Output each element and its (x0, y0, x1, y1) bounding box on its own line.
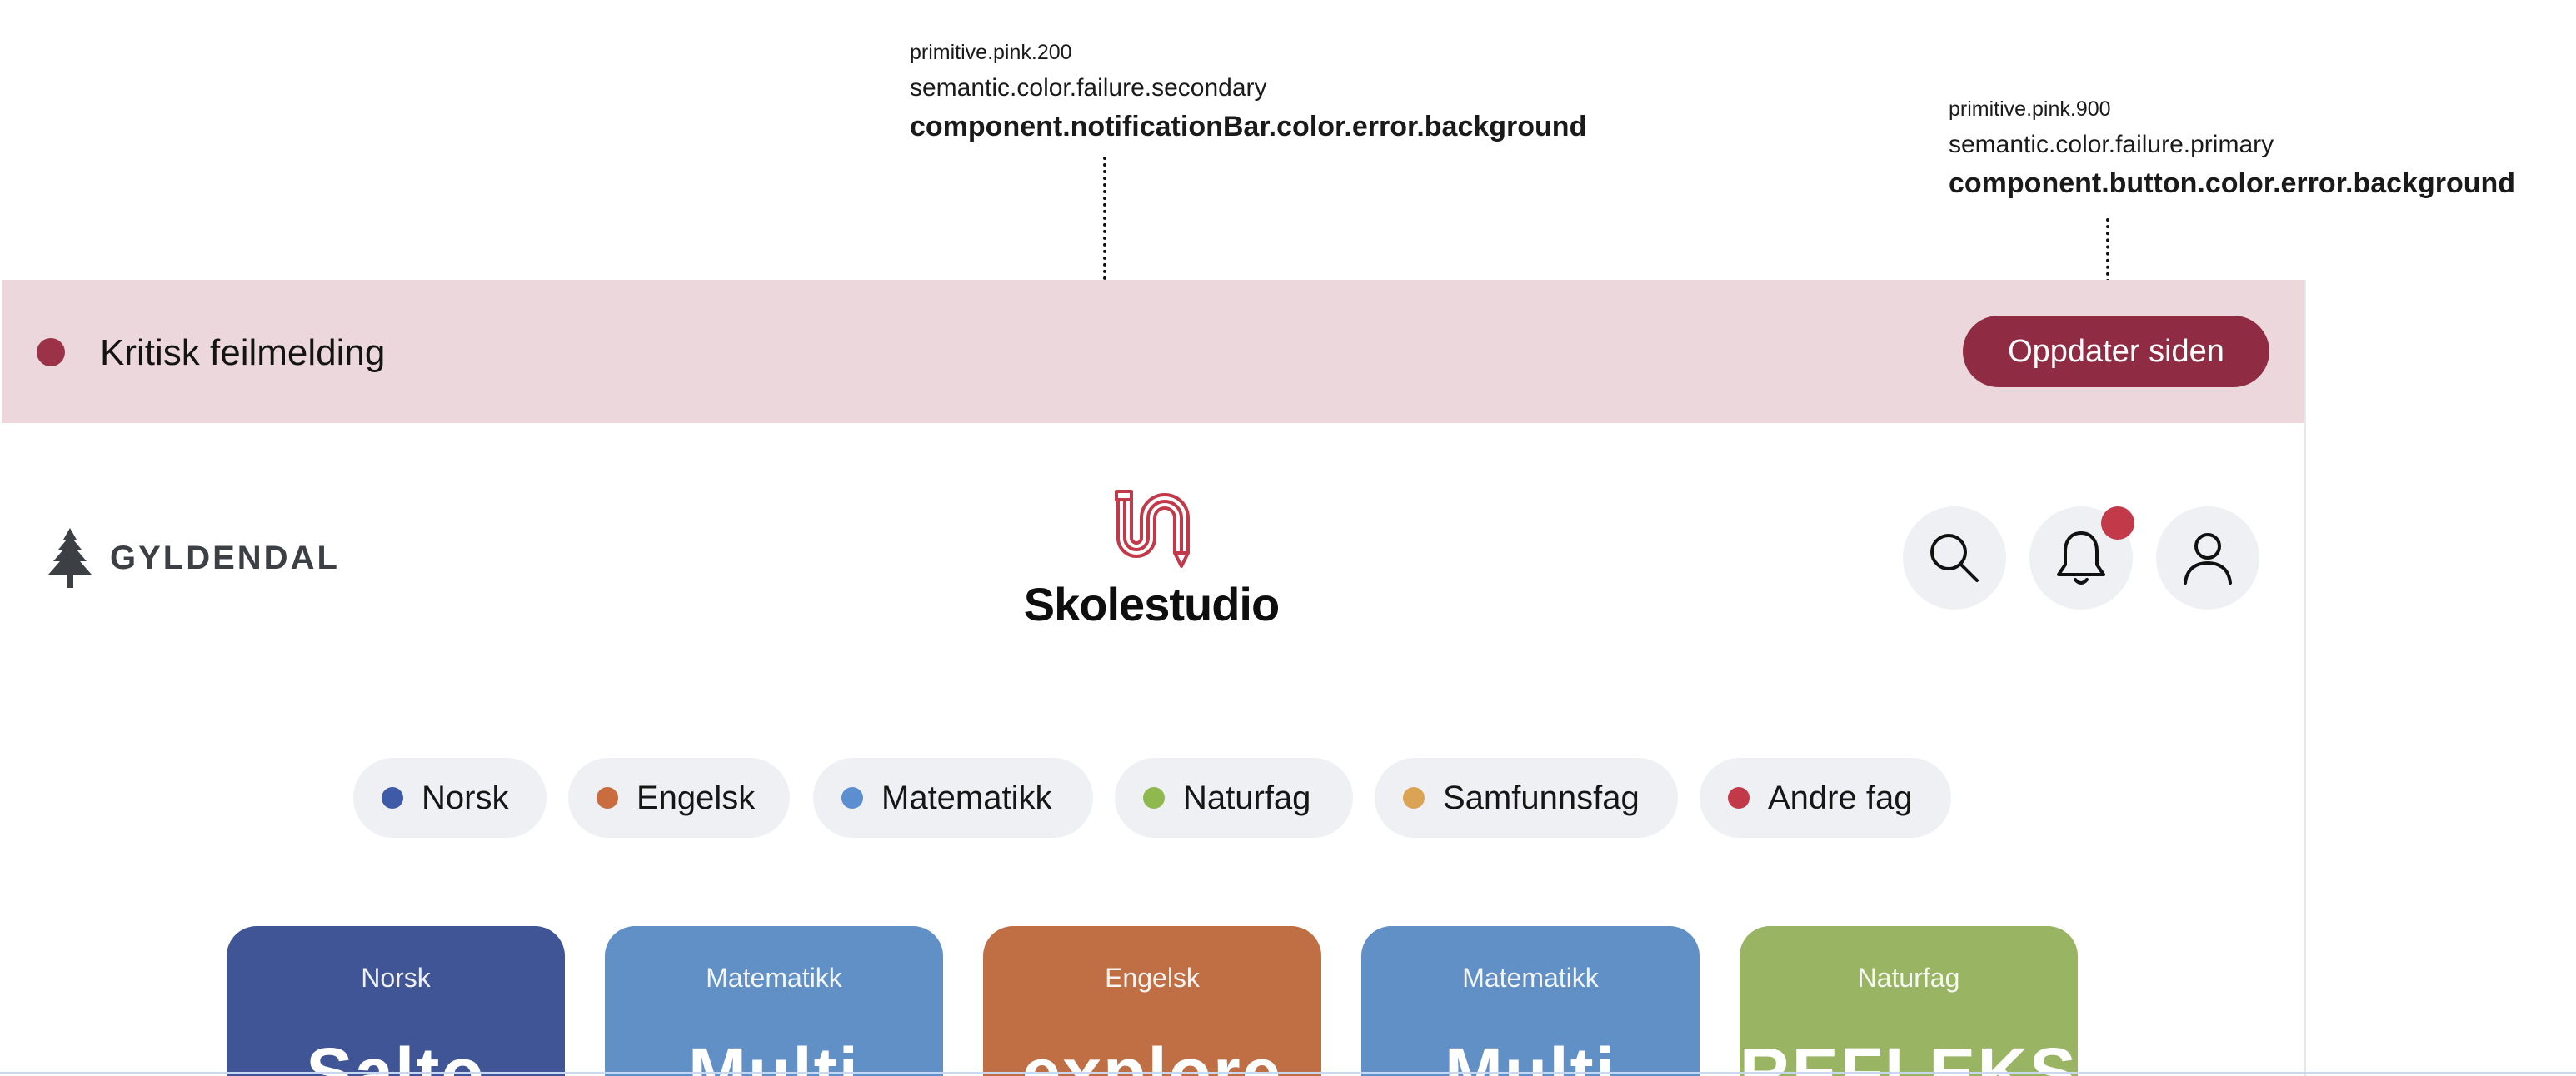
subject-chip-andre-fag[interactable]: Andre fag (1700, 758, 1951, 838)
subject-chip-label: Samfunnsfag (1443, 779, 1640, 816)
annotation-primitive-token: primitive.pink.200 (910, 41, 1072, 64)
subject-chip-norsk[interactable]: Norsk (353, 758, 547, 838)
annotation-semantic-token: semantic.color.failure.primary (1949, 131, 2274, 158)
refresh-page-button[interactable]: Oppdater siden (1963, 316, 2269, 387)
product-card-salto[interactable]: Norsk Salto (227, 926, 565, 1076)
bell-icon (2057, 531, 2105, 585)
card-title: Multi (1445, 1034, 1616, 1076)
search-button[interactable] (1903, 506, 2006, 610)
card-category: Norsk (361, 963, 431, 993)
annotation-component-token: component.notificationBar.color.error.ba… (910, 111, 1587, 142)
tree-icon (48, 528, 92, 588)
annotation-notification-bar: primitive.pink.200 semantic.color.failur… (910, 40, 1586, 143)
subject-chip-label: Engelsk (637, 779, 756, 816)
card-title: explore (1021, 1034, 1283, 1076)
product-card-refleks[interactable]: Naturfag REFLEKS (1740, 926, 2078, 1076)
user-icon (2184, 533, 2232, 585)
notification-badge (2101, 506, 2134, 540)
subject-chip-matematikk[interactable]: Matematikk (813, 758, 1093, 838)
annotation-component-token: component.button.color.error.background (1949, 167, 2516, 199)
subject-color-dot (1403, 787, 1425, 809)
notification-message: Kritisk feilmelding (100, 332, 386, 373)
search-icon (1930, 534, 1979, 582)
subject-chip-engelsk[interactable]: Engelsk (568, 758, 790, 838)
subject-color-dot (841, 787, 863, 809)
subject-chip-label: Matematikk (881, 779, 1052, 816)
card-category: Matematikk (1462, 963, 1599, 993)
card-title: Multi (688, 1034, 860, 1076)
subject-chip-label: Norsk (422, 779, 509, 816)
card-title: REFLEKS (1740, 1034, 2078, 1076)
subject-chip-label: Andre fag (1768, 779, 1913, 816)
product-card-multi[interactable]: Matematikk Multi (605, 926, 943, 1076)
product-card-explore[interactable]: Engelsk explore (983, 926, 1321, 1076)
app-name: Skolestudio (1023, 578, 1280, 630)
profile-button[interactable] (2156, 506, 2259, 610)
subject-chip-samfunnsfag[interactable]: Samfunnsfag (1375, 758, 1678, 838)
error-indicator-icon (37, 338, 65, 366)
card-title: Salto (306, 1034, 486, 1076)
viewport-edge (0, 1072, 2576, 1074)
pencil-logo-icon (1115, 490, 1190, 568)
subject-color-dot (382, 787, 403, 809)
app-logo[interactable]: Skolestudio (1000, 488, 1303, 631)
subject-color-dot (597, 787, 618, 809)
card-category: Engelsk (1105, 963, 1200, 993)
notification-bar: Kritisk feilmelding Oppdater siden (2, 280, 2304, 423)
publisher-logo[interactable]: GYLDENDAL (43, 526, 340, 590)
publisher-wordmark: GYLDENDAL (110, 539, 340, 576)
annotation-primitive-token: primitive.pink.900 (1949, 97, 2111, 121)
subject-color-dot (1728, 787, 1750, 809)
card-category: Matematikk (706, 963, 842, 993)
page-preview: Kritisk feilmelding Oppdater siden GYLDE… (0, 280, 2306, 1076)
subject-chip-naturfag[interactable]: Naturfag (1115, 758, 1353, 838)
subject-chip-label: Naturfag (1183, 779, 1311, 816)
annotation-button: primitive.pink.900 semantic.color.failur… (1949, 97, 2515, 200)
subject-color-dot (1143, 787, 1165, 809)
product-card-multi[interactable]: Matematikk Multi (1361, 926, 1700, 1076)
annotation-semantic-token: semantic.color.failure.secondary (910, 74, 1267, 102)
card-category: Naturfag (1857, 963, 1960, 993)
